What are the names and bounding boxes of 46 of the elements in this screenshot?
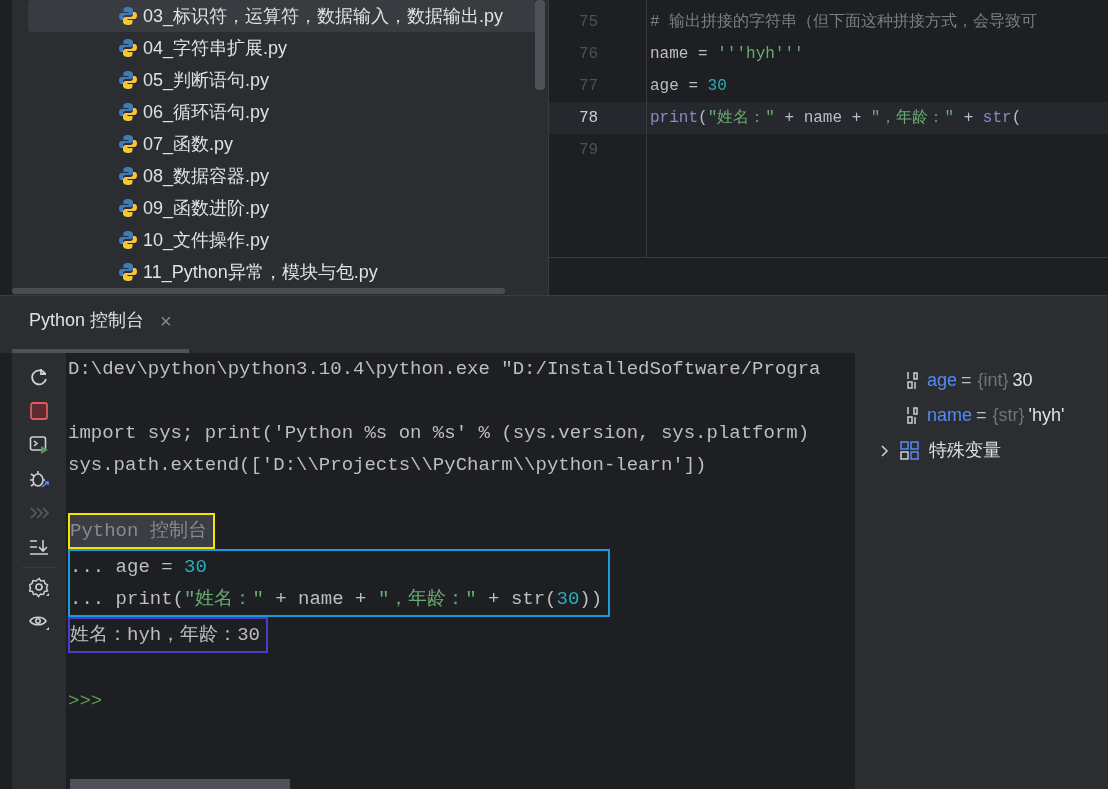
python-file-icon <box>118 134 138 154</box>
console-line: sys.path.extend(['D:\\Projects\\PyCharm\\python-learn']) <box>68 452 708 478</box>
console-line: D:\dev\python\python3.10.4\python.exe "D:/InstalledSoftware/Progra <box>68 356 822 382</box>
scroll-to-end-icon[interactable] <box>28 537 50 558</box>
code-line: age = 30 <box>649 76 728 97</box>
binary-icon <box>905 406 921 425</box>
file-item[interactable]: 03_标识符，运算符，数据输入，数据输出.py <box>28 0 536 32</box>
stop-icon[interactable] <box>28 401 50 422</box>
chevron-right-icon[interactable] <box>879 444 890 457</box>
console-line: import sys; print('Python %s on %s' % (sys.version, sys.platform) <box>68 420 811 446</box>
scrollbar-thumb[interactable] <box>70 779 290 789</box>
code-line: name = '''hyh''' <box>649 44 805 65</box>
python-file-icon <box>118 102 138 122</box>
file-item[interactable]: 04_字符串扩展.py <box>28 32 536 64</box>
file-item[interactable]: 11_Python异常，模块与包.py <box>28 256 536 288</box>
console-line: ... age = 30 <box>70 554 208 580</box>
file-item[interactable]: 09_函数进阶.py <box>28 192 536 224</box>
file-item[interactable]: 05_判断语句.py <box>28 64 536 96</box>
python-file-icon <box>118 70 138 90</box>
console-line: 姓名：hyh，年龄：30 <box>70 622 261 648</box>
python-file-icon <box>118 166 138 186</box>
file-item[interactable]: 06_循环语句.py <box>28 96 536 128</box>
console-line: ... print("姓名：" + name + "，年龄：" + str(30)) <box>70 586 604 612</box>
code-line: # 输出拼接的字符串（但下面这种拼接方式，会导致可 <box>649 11 1039 33</box>
file-item[interactable]: 10_文件操作.py <box>28 224 536 256</box>
binary-icon <box>905 371 921 390</box>
variable-group[interactable]: 特殊变量 <box>855 433 1108 468</box>
grid-icon <box>900 441 919 460</box>
console-line: >>> <box>68 688 104 714</box>
variable-row[interactable]: age = {int} 30 <box>855 363 1108 398</box>
python-file-icon <box>118 262 138 282</box>
python-file-icon <box>118 230 138 250</box>
console-run-icon[interactable] <box>28 435 50 456</box>
rerun-icon[interactable] <box>28 367 50 388</box>
line-number: 78 <box>549 102 646 134</box>
scrollbar-thumb[interactable] <box>12 288 505 294</box>
variable-row[interactable]: name = {str} 'hyh' <box>855 398 1108 433</box>
file-item[interactable]: 08_数据容器.py <box>28 160 536 192</box>
file-item[interactable]: 07_函数.py <box>28 128 536 160</box>
python-file-icon <box>118 198 138 218</box>
scrollbar-thumb[interactable] <box>535 0 545 90</box>
python-file-icon <box>118 6 138 26</box>
settings-icon[interactable] <box>28 577 50 598</box>
debug-icon[interactable] <box>28 469 50 490</box>
close-button[interactable]: × <box>160 305 172 336</box>
python-file-icon <box>118 38 138 58</box>
